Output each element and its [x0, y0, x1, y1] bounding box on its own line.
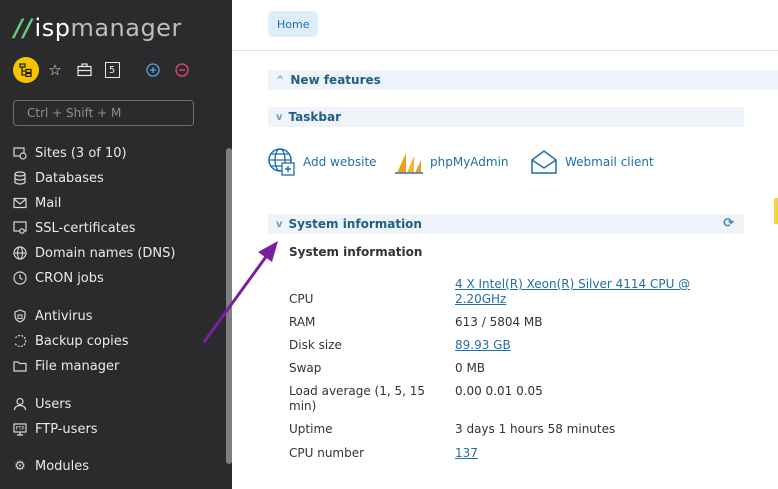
nav-item-modules[interactable]: ⚙ Modules — [12, 456, 89, 476]
sysinfo-value: 3 days 1 hours 58 minutes — [455, 422, 616, 436]
task-label: Webmail client — [565, 155, 654, 169]
phpmyadmin-icon — [395, 153, 423, 174]
shield-icon — [12, 308, 28, 324]
sysinfo-cpu-number-link[interactable]: 137 — [455, 446, 695, 461]
chevron-down-icon: v — [276, 111, 283, 123]
sysinfo-value: 0 MB — [455, 361, 486, 375]
nav-item-cron[interactable]: CRON jobs — [12, 268, 104, 288]
sysinfo-cpu-link[interactable]: 4 X Intel(R) Xeon(R) Silver 4114 CPU @ 2… — [455, 277, 695, 307]
svg-text:FTP: FTP — [16, 426, 25, 432]
notifications-badge[interactable]: 5 — [104, 56, 120, 84]
nav-item-users[interactable]: Users — [12, 394, 71, 414]
brand-manager: manager — [70, 14, 182, 42]
certificate-icon — [12, 220, 28, 236]
sysinfo-label: Disk size — [289, 338, 342, 352]
nav-label: Mail — [35, 195, 62, 211]
main-content: Home ^ New features v Taskbar Add websit… — [232, 0, 778, 489]
ftp-icon: FTP — [12, 421, 28, 437]
nav-item-dns[interactable]: Domain names (DNS) — [12, 243, 175, 263]
brand-isp: isp — [34, 14, 71, 42]
sysinfo-label: CPU number — [289, 446, 365, 460]
mail-icon — [12, 195, 28, 211]
sysinfo-label: CPU — [289, 292, 314, 306]
panel-title: Taskbar — [288, 110, 341, 124]
task-label: Add website — [303, 155, 377, 169]
task-phpmyadmin[interactable]: phpMyAdmin — [394, 144, 509, 180]
refresh-icon[interactable]: ⟳ — [723, 216, 734, 231]
add-icon[interactable] — [145, 56, 161, 84]
nav-label: Backup copies — [35, 333, 129, 349]
gear-icon: ⚙ — [14, 458, 26, 474]
webmail-icon — [531, 150, 557, 174]
nav-label: Antivirus — [35, 308, 93, 324]
brand-mark: // — [14, 14, 33, 42]
system-info-title: System information — [289, 245, 423, 259]
nav-label: CRON jobs — [35, 270, 104, 286]
panel-new-features[interactable]: ^ New features — [268, 70, 778, 90]
nav-label: File manager — [35, 358, 120, 374]
nav-item-sites[interactable]: Sites (3 of 10) — [12, 143, 127, 163]
add-website-icon — [268, 148, 295, 176]
nav-item-databases[interactable]: Databases — [12, 168, 104, 188]
sidebar-toolbar: ☆ 5 — [13, 56, 223, 84]
user-icon — [12, 396, 28, 412]
side-tab[interactable] — [774, 198, 778, 224]
nav-item-backup[interactable]: Backup copies — [12, 331, 129, 351]
sysinfo-value: 0.00 0.01 0.05 — [455, 384, 543, 398]
backup-icon — [12, 333, 28, 349]
nav-item-mail[interactable]: Mail — [12, 193, 61, 213]
nav-item-file-manager[interactable]: File manager — [12, 356, 119, 376]
panel-taskbar[interactable]: v Taskbar — [268, 107, 744, 127]
breadcrumb-home[interactable]: Home — [268, 11, 319, 37]
header-divider — [232, 50, 778, 51]
sitemap-icon[interactable] — [13, 57, 39, 83]
sidebar: //ispmanager ☆ 5 Ctrl + Shift + M Sites … — [0, 0, 232, 489]
database-icon — [12, 170, 28, 186]
nav-label: Databases — [35, 170, 104, 186]
globe-icon — [12, 245, 28, 261]
nav-label: Users — [35, 396, 72, 412]
chevron-down-icon: v — [276, 218, 283, 230]
task-label: phpMyAdmin — [430, 155, 509, 169]
sysinfo-label: Load average (1, 5, 15 min) — [289, 384, 426, 413]
sysinfo-label: RAM — [289, 315, 316, 329]
chevron-up-icon: ^ — [276, 74, 285, 86]
task-add-website[interactable]: Add website — [267, 144, 377, 180]
sysinfo-label: Swap — [289, 361, 322, 375]
remove-icon[interactable] — [174, 56, 190, 84]
nav-label: Domain names (DNS) — [35, 245, 176, 261]
task-webmail[interactable]: Webmail client — [529, 144, 654, 180]
sysinfo-value: 613 / 5804 MB — [455, 315, 543, 329]
nav-label: Modules — [35, 458, 90, 474]
panel-title: New features — [290, 73, 381, 87]
sysinfo-label: Uptime — [289, 422, 333, 436]
folder-icon — [12, 358, 28, 374]
search-input[interactable]: Ctrl + Shift + M — [13, 100, 194, 126]
ispmanager-logo[interactable]: //ispmanager — [14, 14, 182, 42]
star-icon[interactable]: ☆ — [47, 56, 63, 84]
clock-icon — [12, 270, 28, 286]
sites-icon — [12, 145, 28, 161]
panel-system-information[interactable]: v System information ⟳ — [268, 214, 744, 234]
sysinfo-disk-link[interactable]: 89.93 GB — [455, 338, 695, 353]
nav-label: Sites (3 of 10) — [35, 145, 127, 161]
panel-title: System information — [288, 217, 422, 231]
nav-item-ftp-users[interactable]: FTP FTP-users — [12, 419, 98, 439]
nav-label: FTP-users — [35, 421, 98, 437]
nav-item-antivirus[interactable]: Antivirus — [12, 306, 93, 326]
nav-label: SSL-certificates — [35, 220, 136, 236]
briefcase-icon[interactable] — [75, 56, 93, 84]
nav-item-ssl[interactable]: SSL-certificates — [12, 218, 136, 238]
